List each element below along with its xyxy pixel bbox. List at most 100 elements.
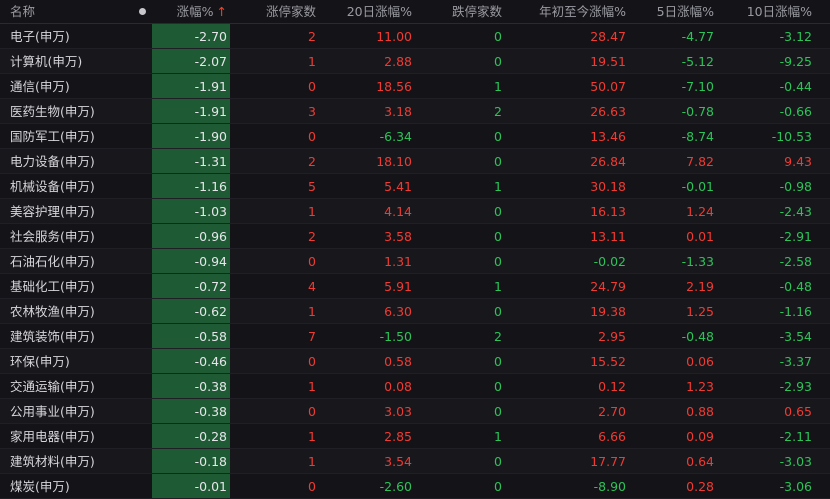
header-change-pct[interactable]: 涨幅% ↑ <box>152 0 230 23</box>
row-spacer <box>132 374 152 398</box>
change-pct-cell: -1.91 <box>152 99 230 123</box>
ytd-change-cell: 16.13 <box>590 204 626 219</box>
table-row[interactable]: 交通运输(申万) -0.38 1 0.08 0 0.12 1.23 -2.93 <box>0 374 830 399</box>
row-spacer <box>132 149 152 173</box>
ytd-change-cell: 6.66 <box>598 429 626 444</box>
row-spacer <box>132 74 152 98</box>
change-pct-cell: -0.72 <box>152 274 230 298</box>
change-pct-cell: -2.07 <box>152 49 230 73</box>
sector-name-cell: 交通运输(申万) <box>10 379 95 394</box>
5d-change-cell: 0.28 <box>686 479 714 494</box>
change-pct-cell: -0.46 <box>152 349 230 373</box>
table-row[interactable]: 社会服务(申万) -0.96 2 3.58 0 13.11 0.01 -2.91 <box>0 224 830 249</box>
header-name[interactable]: 名称 <box>0 0 132 23</box>
5d-change-cell: -5.12 <box>681 54 714 69</box>
header-limit-up[interactable]: 涨停家数 <box>230 0 320 23</box>
row-spacer <box>132 474 152 498</box>
limit-up-cell: 0 <box>308 254 316 269</box>
ytd-change-cell: 17.77 <box>590 454 626 469</box>
header-20d-change[interactable]: 20日涨幅% <box>320 0 416 23</box>
20d-change-cell: 3.54 <box>384 454 412 469</box>
5d-change-cell: 0.88 <box>686 404 714 419</box>
table-body: 电子(申万) -2.70 2 11.00 0 28.47 -4.77 -3.12 计算机(申万)… <box>0 24 830 499</box>
5d-change-cell: 1.25 <box>686 304 714 319</box>
5d-change-cell: 0.09 <box>686 429 714 444</box>
table-row[interactable]: 美容护理(申万) -1.03 1 4.14 0 16.13 1.24 -2.43 <box>0 199 830 224</box>
limit-up-cell: 2 <box>308 29 316 44</box>
change-pct-cell: -0.38 <box>152 374 230 398</box>
row-spacer <box>132 49 152 73</box>
sector-name-cell: 社会服务(申万) <box>10 229 95 244</box>
10d-change-cell: -2.58 <box>779 254 812 269</box>
5d-change-cell: -4.77 <box>681 29 714 44</box>
table-row[interactable]: 家用电器(申万) -0.28 1 2.85 1 6.66 0.09 -2.11 <box>0 424 830 449</box>
20d-change-cell: 6.30 <box>384 304 412 319</box>
10d-change-cell: -9.25 <box>779 54 812 69</box>
ytd-change-cell: 19.38 <box>590 304 626 319</box>
table-row[interactable]: 公用事业(申万) -0.38 0 3.03 0 2.70 0.88 0.65 <box>0 399 830 424</box>
limit-up-cell: 0 <box>308 479 316 494</box>
table-row[interactable]: 农林牧渔(申万) -0.62 1 6.30 0 19.38 1.25 -1.16 <box>0 299 830 324</box>
limit-down-cell: 0 <box>494 229 502 244</box>
row-spacer <box>132 199 152 223</box>
limit-down-cell: 1 <box>494 279 502 294</box>
5d-change-cell: -0.48 <box>681 329 714 344</box>
limit-down-cell: 0 <box>494 404 502 419</box>
table-row[interactable]: 机械设备(申万) -1.16 5 5.41 1 30.18 -0.01 -0.98 <box>0 174 830 199</box>
table-row[interactable]: 环保(申万) -0.46 0 0.58 0 15.52 0.06 -3.37 <box>0 349 830 374</box>
10d-change-cell: -2.11 <box>779 429 812 444</box>
header-limit-down[interactable]: 跌停家数 <box>416 0 506 23</box>
limit-up-cell: 5 <box>308 179 316 194</box>
table-row[interactable]: 电子(申万) -2.70 2 11.00 0 28.47 -4.77 -3.12 <box>0 24 830 49</box>
table-row[interactable]: 煤炭(申万) -0.01 0 -2.60 0 -8.90 0.28 -3.06 <box>0 474 830 499</box>
sector-name-cell: 电力设备(申万) <box>10 154 95 169</box>
20d-change-cell: 0.08 <box>384 379 412 394</box>
ytd-change-cell: 13.11 <box>590 229 626 244</box>
row-spacer <box>132 299 152 323</box>
10d-change-cell: -3.12 <box>779 29 812 44</box>
table-row[interactable]: 基础化工(申万) -0.72 4 5.91 1 24.79 2.19 -0.48 <box>0 274 830 299</box>
5d-change-cell: 1.23 <box>686 379 714 394</box>
header-10d-change[interactable]: 10日涨幅% <box>718 0 830 23</box>
limit-down-cell: 1 <box>494 179 502 194</box>
header-5d-change[interactable]: 5日涨幅% <box>630 0 718 23</box>
table-row[interactable]: 计算机(申万) -2.07 1 2.88 0 19.51 -5.12 -9.25 <box>0 49 830 74</box>
20d-change-cell: 1.31 <box>384 254 412 269</box>
sector-name-cell: 建筑装饰(申万) <box>10 329 95 344</box>
table-row[interactable]: 建筑材料(申万) -0.18 1 3.54 0 17.77 0.64 -3.03 <box>0 449 830 474</box>
ytd-change-cell: 24.79 <box>590 279 626 294</box>
10d-change-cell: -0.98 <box>779 179 812 194</box>
table-row[interactable]: 电力设备(申万) -1.31 2 18.10 0 26.84 7.82 9.43 <box>0 149 830 174</box>
row-spacer <box>132 274 152 298</box>
limit-up-cell: 2 <box>308 229 316 244</box>
table-row[interactable]: 通信(申万) -1.91 0 18.56 1 50.07 -7.10 -0.44 <box>0 74 830 99</box>
10d-change-cell: -3.03 <box>779 454 812 469</box>
limit-up-cell: 4 <box>308 279 316 294</box>
column-settings-dot-icon[interactable] <box>132 0 152 23</box>
table-row[interactable]: 国防军工(申万) -1.90 0 -6.34 0 13.46 -8.74 -10.53 <box>0 124 830 149</box>
ytd-change-cell: 50.07 <box>590 79 626 94</box>
table-row[interactable]: 建筑装饰(申万) -0.58 7 -1.50 2 2.95 -0.48 -3.54 <box>0 324 830 349</box>
limit-down-cell: 0 <box>494 54 502 69</box>
change-pct-cell: -0.62 <box>152 299 230 323</box>
10d-change-cell: -3.54 <box>779 329 812 344</box>
limit-up-cell: 1 <box>308 454 316 469</box>
5d-change-cell: -1.33 <box>681 254 714 269</box>
table-row[interactable]: 医药生物(申万) -1.91 3 3.18 2 26.63 -0.78 -0.66 <box>0 99 830 124</box>
10d-change-cell: 9.43 <box>784 154 812 169</box>
row-spacer <box>132 324 152 348</box>
header-ytd-change[interactable]: 年初至今涨幅% <box>506 0 630 23</box>
limit-down-cell: 1 <box>494 429 502 444</box>
5d-change-cell: -0.01 <box>681 179 714 194</box>
limit-up-cell: 0 <box>308 129 316 144</box>
5d-change-cell: 0.06 <box>686 354 714 369</box>
change-pct-cell: -0.96 <box>152 224 230 248</box>
change-pct-cell: -1.90 <box>152 124 230 148</box>
5d-change-cell: -8.74 <box>681 129 714 144</box>
table-row[interactable]: 石油石化(申万) -0.94 0 1.31 0 -0.02 -1.33 -2.58 <box>0 249 830 274</box>
limit-down-cell: 0 <box>494 454 502 469</box>
limit-up-cell: 2 <box>308 154 316 169</box>
10d-change-cell: 0.65 <box>784 404 812 419</box>
sector-name-cell: 医药生物(申万) <box>10 104 95 119</box>
table-header: 名称 涨幅% ↑ 涨停家数 20日涨幅% 跌停家数 年初至今涨幅% 5日涨幅% 1… <box>0 0 830 24</box>
